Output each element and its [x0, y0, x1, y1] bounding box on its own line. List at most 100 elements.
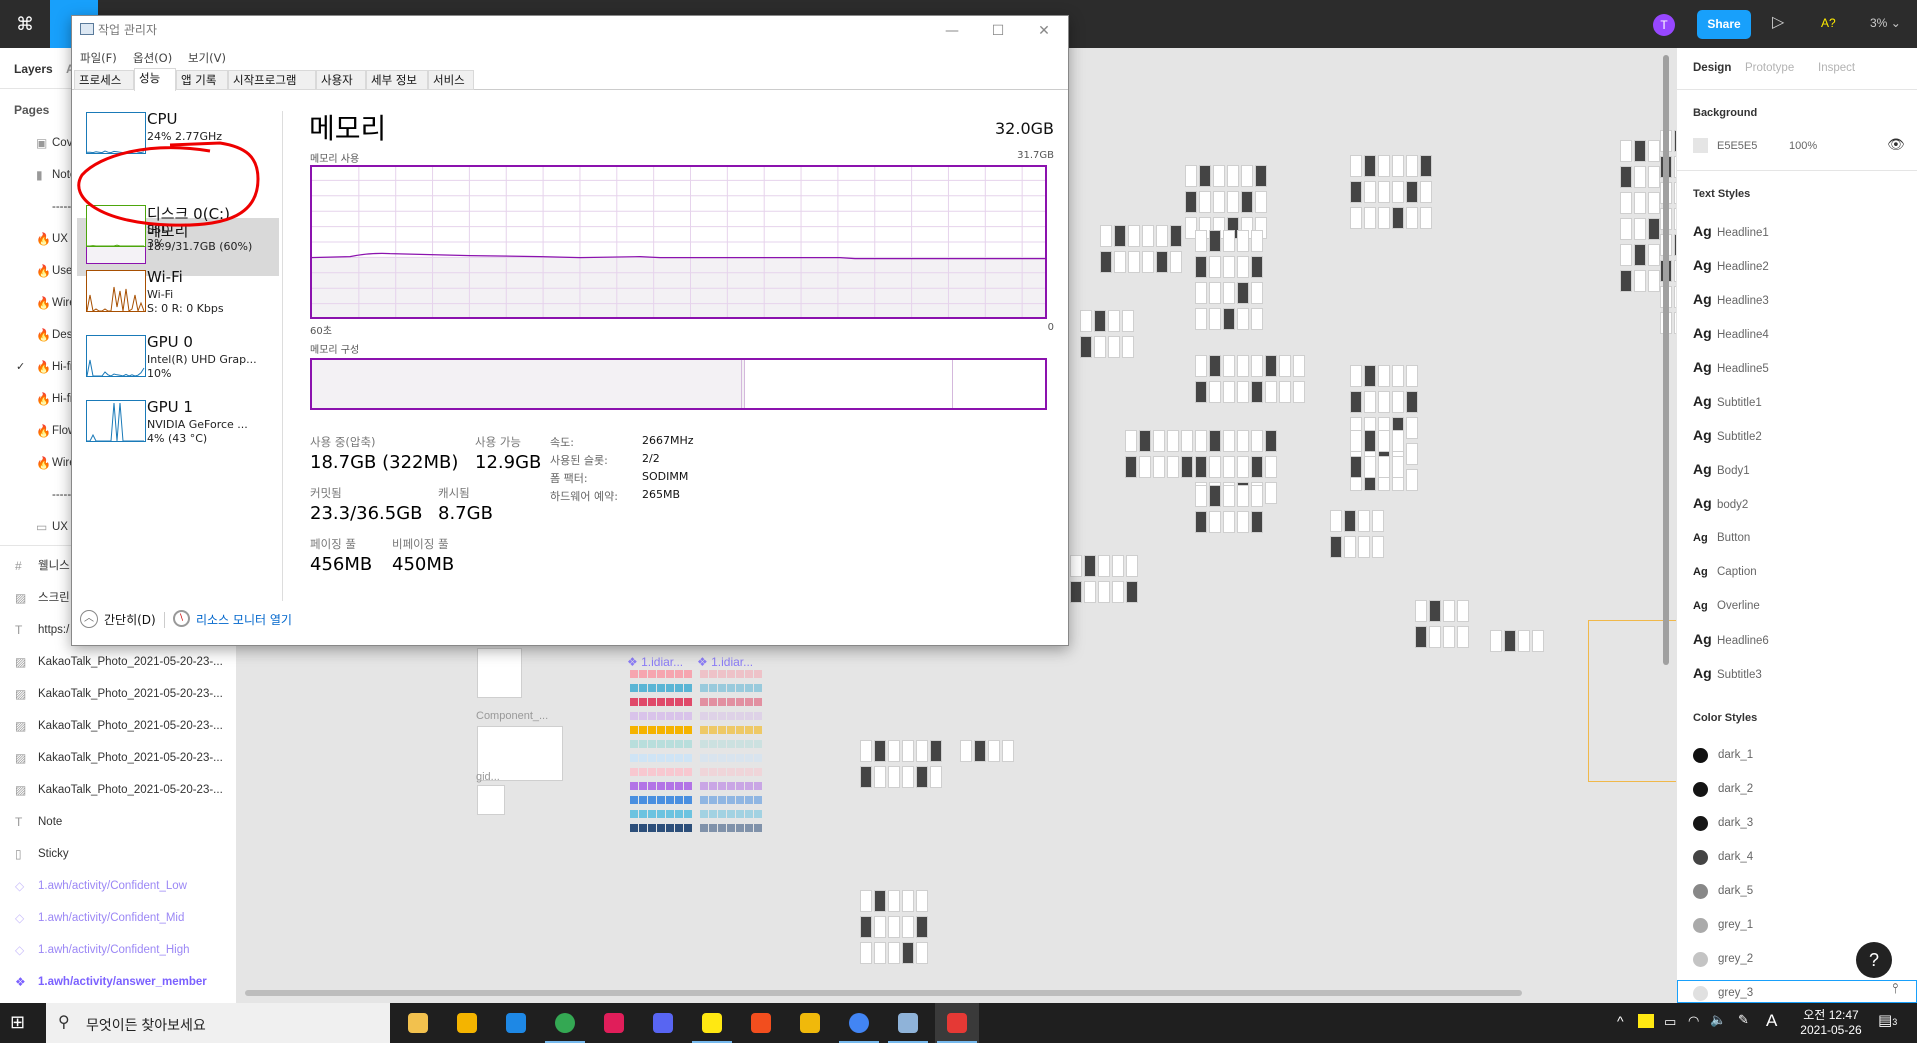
component-variant[interactable]: [736, 796, 744, 804]
component-variant[interactable]: [666, 754, 674, 762]
taskbar-app-file-explorer[interactable]: [445, 1003, 489, 1043]
canvas-frame[interactable]: [1265, 482, 1277, 504]
canvas-frame[interactable]: [1195, 256, 1207, 278]
canvas-frame[interactable]: [930, 740, 942, 762]
canvas-frame[interactable]: [1156, 251, 1168, 273]
canvas-frame[interactable]: [888, 916, 900, 938]
canvas-frame[interactable]: [1209, 511, 1221, 533]
device-item[interactable]: GPU 1 NVIDIA GeForce ... 4% (43 °C): [77, 396, 279, 454]
component-variant[interactable]: [666, 740, 674, 748]
canvas-frame[interactable]: [1080, 310, 1092, 332]
component-variant[interactable]: [727, 698, 735, 706]
canvas-frame[interactable]: [1227, 165, 1239, 187]
canvas-frame[interactable]: [1125, 430, 1137, 452]
canvas-frame[interactable]: [1094, 336, 1106, 358]
component-variant[interactable]: [630, 712, 638, 720]
component-variant[interactable]: [700, 684, 708, 692]
component-variant[interactable]: [709, 712, 717, 720]
component-variant[interactable]: [736, 670, 744, 678]
component-variant[interactable]: [709, 768, 717, 776]
canvas-frame[interactable]: [1330, 536, 1342, 558]
component-variant[interactable]: [718, 712, 726, 720]
canvas-frame[interactable]: [1406, 443, 1418, 465]
canvas-frame[interactable]: [1084, 581, 1096, 603]
component-variant[interactable]: [666, 726, 674, 734]
canvas-frame[interactable]: [1223, 256, 1235, 278]
component-variant[interactable]: [736, 810, 744, 818]
component-variant[interactable]: [727, 824, 735, 832]
component-variant[interactable]: [727, 810, 735, 818]
canvas-frame[interactable]: [1213, 191, 1225, 213]
component-variant[interactable]: [709, 740, 717, 748]
canvas-frame[interactable]: [1634, 270, 1646, 292]
canvas-frame[interactable]: [1139, 456, 1151, 478]
component-variant[interactable]: [639, 768, 647, 776]
canvas-frame[interactable]: [1378, 391, 1390, 413]
component-variant[interactable]: [675, 810, 683, 818]
component-variant[interactable]: [709, 824, 717, 832]
canvas-frame[interactable]: [1350, 181, 1362, 203]
canvas-frame[interactable]: [1241, 165, 1253, 187]
text-style-item[interactable]: Ag Overline: [1693, 590, 1760, 620]
canvas-frame[interactable]: [1084, 555, 1096, 577]
component-variant[interactable]: [648, 698, 656, 706]
component-variant[interactable]: [657, 712, 665, 720]
component-variant[interactable]: [657, 782, 665, 790]
device-item[interactable]: Wi-Fi Wi-Fi S: 0 R: 0 Kbps: [77, 266, 279, 324]
component-variant[interactable]: [630, 698, 638, 706]
text-style-item[interactable]: Ag Headline1: [1693, 216, 1769, 246]
canvas-frame[interactable]: [1108, 336, 1120, 358]
component-variant[interactable]: [684, 824, 692, 832]
canvas-frame[interactable]: [1241, 191, 1253, 213]
canvas-frame[interactable]: [1098, 555, 1110, 577]
notification-center-icon[interactable]: ▤3: [1878, 1011, 1897, 1029]
component-variant[interactable]: [666, 810, 674, 818]
canvas-frame[interactable]: [1406, 469, 1418, 491]
canvas-frame[interactable]: [1251, 456, 1263, 478]
canvas-frame[interactable]: [1293, 381, 1305, 403]
canvas-frame[interactable]: [1344, 536, 1356, 558]
layer-item[interactable]: ◇ 1.awh/activity/Confident_High: [0, 937, 237, 963]
canvas-frame[interactable]: [1279, 381, 1291, 403]
canvas-frame[interactable]: [1070, 581, 1082, 603]
component-variant[interactable]: [745, 712, 753, 720]
canvas-frame[interactable]: [1223, 355, 1235, 377]
zoom-dropdown[interactable]: 3% ⌄: [1870, 16, 1901, 30]
text-style-item[interactable]: Ag Headline5: [1693, 352, 1769, 382]
taskbar-app-chrome-profile[interactable]: [837, 1003, 881, 1043]
canvas-frame[interactable]: [1125, 456, 1137, 478]
layer-item[interactable]: ▨ KakaoTalk_Photo_2021-05-20-23-...: [0, 777, 237, 803]
component-variant[interactable]: [630, 740, 638, 748]
canvas-frame[interactable]: [1195, 456, 1207, 478]
tab-0[interactable]: 프로세스: [74, 70, 134, 90]
canvas-frame[interactable]: [916, 890, 928, 912]
background-hex-input[interactable]: E5E5E5: [1717, 140, 1757, 152]
canvas-frame[interactable]: [1265, 430, 1277, 452]
canvas-frame[interactable]: [874, 890, 886, 912]
canvas-frame[interactable]: [1195, 485, 1207, 507]
component-variant[interactable]: [754, 740, 762, 748]
canvas-frame[interactable]: [1406, 365, 1418, 387]
component-variant[interactable]: [648, 684, 656, 692]
adjust-style-icon[interactable]: ⫯: [1892, 980, 1898, 997]
canvas-frame[interactable]: [916, 916, 928, 938]
canvas-frame[interactable]: [860, 942, 872, 964]
canvas-frame[interactable]: [1532, 630, 1544, 652]
menu-item[interactable]: 보기(V): [188, 50, 226, 66]
component-variant[interactable]: [675, 768, 683, 776]
component-variant[interactable]: [754, 768, 762, 776]
component-variant[interactable]: [684, 754, 692, 762]
canvas-frame[interactable]: [1634, 244, 1646, 266]
canvas-frame[interactable]: [1237, 355, 1249, 377]
help-button[interactable]: ?: [1856, 942, 1892, 978]
canvas-frame[interactable]: [1415, 600, 1427, 622]
canvas-frame[interactable]: [1648, 218, 1660, 240]
canvas-frame[interactable]: [902, 942, 914, 964]
canvas-frame[interactable]: [1209, 282, 1221, 304]
canvas-frame[interactable]: [1080, 336, 1092, 358]
component-variant[interactable]: [745, 684, 753, 692]
canvas-frame[interactable]: [1195, 430, 1207, 452]
canvas-frame[interactable]: [902, 890, 914, 912]
component-variant[interactable]: [754, 810, 762, 818]
canvas-frame[interactable]: [1378, 181, 1390, 203]
